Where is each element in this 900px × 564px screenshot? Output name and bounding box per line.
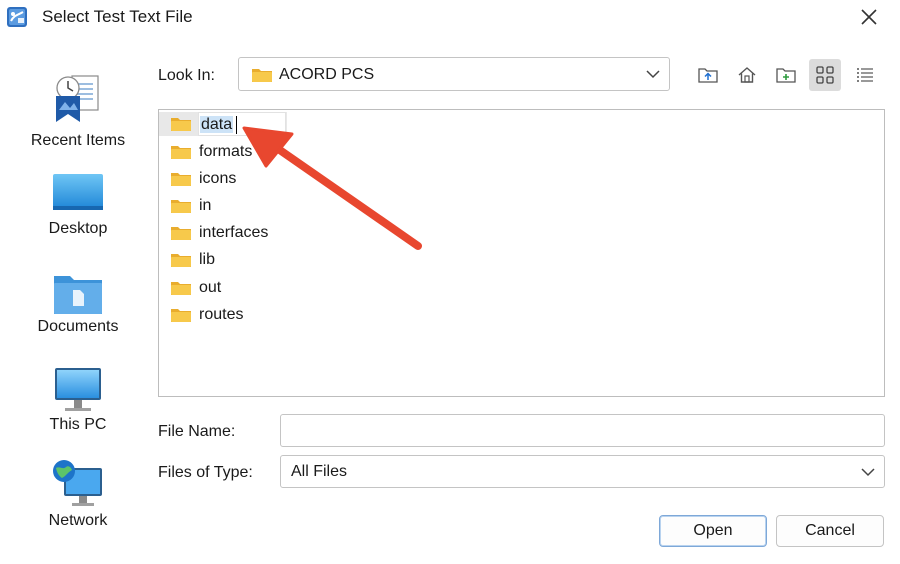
folder-name: lib <box>199 251 216 268</box>
folder-icon <box>171 200 191 213</box>
home-icon <box>738 67 756 83</box>
title-bar: Select Test Text File <box>0 0 900 34</box>
open-button[interactable]: Open <box>659 515 767 547</box>
details-view-button[interactable] <box>849 59 881 91</box>
folder-icon <box>171 282 191 295</box>
chevron-down-icon <box>861 468 875 477</box>
window-title: Select Test Text File <box>42 7 193 26</box>
place-network[interactable]: Network <box>0 456 156 546</box>
recent-items-icon <box>56 75 99 122</box>
place-label: Recent Items <box>30 132 126 149</box>
rename-field-text: data <box>200 116 234 133</box>
folder-name: formats <box>199 143 253 160</box>
folder-icon <box>171 254 191 267</box>
desktop-icon <box>53 174 103 210</box>
files-of-type-label: Files of Type: <box>158 464 253 481</box>
network-icon <box>53 460 102 506</box>
folder-icon <box>252 69 272 82</box>
documents-icon <box>54 276 102 314</box>
home-button[interactable] <box>731 59 763 91</box>
files-of-type-value: All Files <box>291 463 348 480</box>
list-view-button[interactable] <box>809 59 841 91</box>
list-item-folder[interactable]: lib <box>167 248 297 272</box>
file-list[interactable]: data formats icons in interfaces lib out… <box>158 109 885 397</box>
new-folder-icon <box>776 68 796 83</box>
list-item-folder[interactable]: in <box>167 194 297 218</box>
chevron-down-icon <box>646 70 660 79</box>
place-label: Desktop <box>48 220 108 237</box>
new-folder-button[interactable] <box>770 59 802 91</box>
text-caret <box>236 116 237 134</box>
file-name-input[interactable] <box>280 414 885 447</box>
place-desktop[interactable]: Desktop <box>0 168 156 258</box>
place-label: Network <box>48 512 108 529</box>
cancel-button[interactable]: Cancel <box>776 515 884 547</box>
place-documents[interactable]: Documents <box>0 266 156 356</box>
details-view-icon <box>857 68 873 82</box>
grid-view-icon <box>816 66 834 84</box>
look-in-value: ACORD PCS <box>279 66 375 83</box>
file-chooser-dialog: Select Test Text File Recent Items Deskt… <box>0 0 900 564</box>
list-item-folder[interactable]: routes <box>167 303 297 327</box>
folder-icon <box>171 118 191 131</box>
rename-field[interactable]: data <box>198 112 286 136</box>
up-one-level-button[interactable] <box>692 59 724 91</box>
list-item-folder[interactable]: out <box>167 276 297 300</box>
files-of-type-combobox[interactable]: All Files <box>280 455 885 488</box>
place-this-pc[interactable]: This PC <box>0 364 156 454</box>
place-label: Documents <box>37 318 119 335</box>
look-in-label: Look In: <box>158 67 215 84</box>
folder-icon <box>171 227 191 240</box>
list-item-folder[interactable]: data <box>159 112 287 136</box>
app-icon <box>7 7 27 27</box>
close-icon[interactable] <box>856 4 882 30</box>
folder-icon <box>171 309 191 322</box>
folder-name: icons <box>199 170 237 187</box>
folder-icon <box>171 173 191 186</box>
this-pc-icon <box>55 368 101 411</box>
file-name-label: File Name: <box>158 423 236 440</box>
place-recent-items[interactable]: Recent Items <box>0 70 156 160</box>
folder-name: interfaces <box>199 224 269 241</box>
folder-icon <box>171 146 191 159</box>
folder-name: routes <box>199 306 244 323</box>
place-label: This PC <box>49 416 107 433</box>
folder-name: in <box>199 197 212 214</box>
list-item-folder[interactable]: icons <box>167 167 297 191</box>
list-item-folder[interactable]: formats <box>167 140 297 164</box>
folder-up-icon <box>698 68 718 83</box>
list-item-folder[interactable]: interfaces <box>167 221 297 245</box>
look-in-combobox[interactable]: ACORD PCS <box>238 57 670 91</box>
folder-name: out <box>199 279 222 296</box>
